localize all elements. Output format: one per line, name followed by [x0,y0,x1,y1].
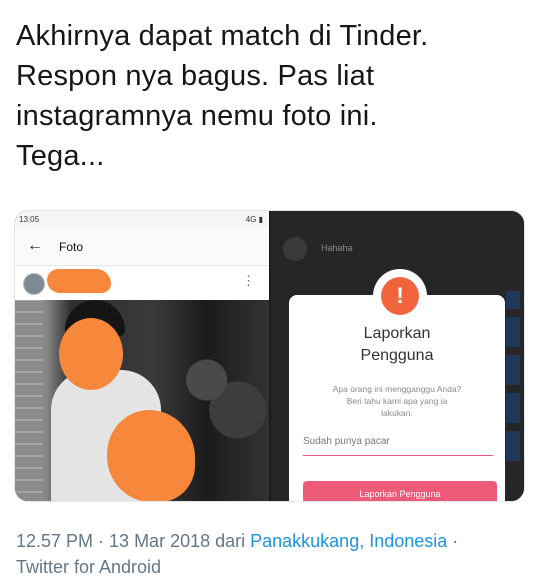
page-title: Foto [59,240,84,254]
brick-wall [15,300,43,501]
face-redaction-2 [107,410,195,501]
username-redaction [47,269,111,293]
signal-indicator: 4G ▮ [245,215,263,224]
post-header: ⋮ [15,266,269,300]
network-type: 4G [245,215,257,224]
chat-message: Hahaha [321,243,353,253]
tweet-timestamp[interactable]: 12.57 PM · 13 Mar 2018 dari [16,531,250,551]
tweet-text: Akhirnya dapat match di Tinder. Respon n… [16,20,429,172]
more-vertical-icon[interactable]: ⋮ [242,273,255,289]
tweet-meta: 12.57 PM · 13 Mar 2018 dari Panakkukang,… [16,528,526,580]
instagram-screenshot: 13:05 4G ▮ ← Foto ⋮ [15,211,269,501]
meta-separator: · [447,531,459,551]
status-bar: 13:05 4G ▮ [15,211,269,229]
chat-avatar [283,237,307,261]
post-photo [15,300,269,501]
shield-alert-icon: ! [381,277,419,315]
app-bar: ← Foto [15,229,269,266]
report-reason-input[interactable]: Sudah punya pacar [303,431,493,456]
dialog-body: Apa orang ini mengganggu Anda? Beri tahu… [332,384,462,418]
tweet-location[interactable]: Panakkukang, Indonesia [250,531,447,551]
background-items [506,291,520,461]
dialog-title: Laporkan Pengguna [360,325,434,364]
tinder-screenshot: Hahaha Laporkan Pengguna Apa orang ini m… [271,211,524,501]
status-time: 13:05 [19,215,40,224]
arrow-left-icon[interactable]: ← [27,237,43,255]
tweet-media[interactable]: 13:05 4G ▮ ← Foto ⋮ Hahaha Laporkan Peng… [14,210,525,502]
avatar[interactable] [23,273,45,295]
shield-badge: ! [373,269,427,323]
chat-row: Hahaha [271,233,524,269]
report-user-button[interactable]: Laporkan Pengguna [303,481,497,501]
report-dialog: Laporkan Pengguna Apa orang ini menggang… [289,295,505,501]
tweet-source[interactable]: Twitter for Android [16,557,161,577]
face-redaction-1 [59,318,123,390]
